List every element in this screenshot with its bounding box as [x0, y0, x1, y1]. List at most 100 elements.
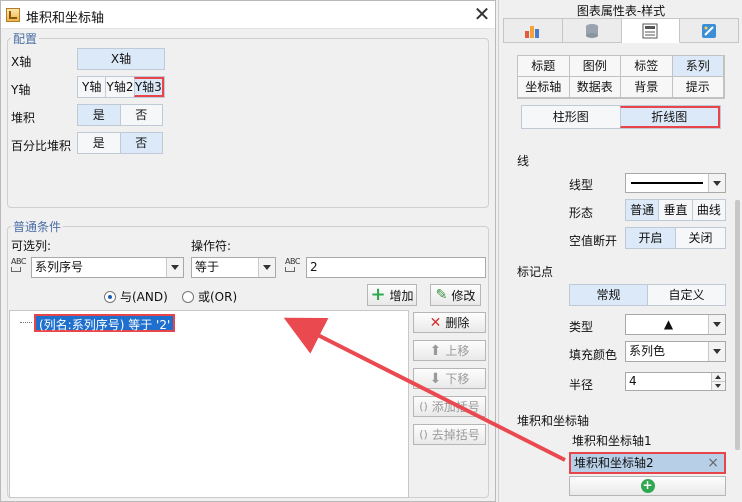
- tab-style[interactable]: [621, 18, 681, 43]
- tab-legend[interactable]: 图例: [569, 56, 621, 77]
- shape-toggle: 普通 垂直 曲线: [625, 199, 726, 221]
- marker-type-select[interactable]: ▲: [625, 314, 726, 335]
- marker-mode-toggle: 常规 自定义: [569, 284, 726, 306]
- move-up-button[interactable]: ⬆ 上移: [413, 340, 486, 361]
- tab-tooltip[interactable]: 提示: [672, 77, 724, 98]
- bar-chart-icon: [524, 25, 539, 38]
- percent-yes-option[interactable]: 是: [78, 133, 120, 153]
- remove-parenthesis-label: 去掉括号: [431, 428, 480, 442]
- chevron-down-icon[interactable]: [166, 258, 183, 277]
- add-condition-label: 增加: [389, 288, 414, 303]
- percent-stack-toggle: 是 否: [77, 132, 163, 154]
- tab-data-sheet[interactable]: 数据表: [569, 77, 621, 98]
- x-axis-select[interactable]: X轴: [77, 48, 165, 70]
- remove-parenthesis-button[interactable]: () 去掉括号: [413, 424, 486, 445]
- y-axis-option-2[interactable]: Y轴2: [105, 77, 134, 97]
- delete-button[interactable]: ✕ 删除: [413, 312, 486, 333]
- plus-icon: +: [370, 284, 386, 305]
- tree-connector: [20, 322, 32, 323]
- percent-no-option[interactable]: 否: [119, 133, 162, 153]
- percent-stack-label: 百分比堆积: [11, 139, 72, 153]
- stack-no-option[interactable]: 否: [119, 105, 162, 125]
- style-icon: [642, 23, 658, 38]
- panel-title: 图表属性表-样式: [576, 4, 666, 18]
- operator-select[interactable]: 等于: [191, 257, 276, 278]
- move-up-label: 上移: [445, 344, 470, 358]
- stepper-arrows[interactable]: [711, 373, 725, 390]
- edit-condition-button[interactable]: ✎ 修改: [430, 284, 481, 306]
- and-radio-label: 与(AND): [120, 290, 168, 304]
- stepper-up-icon[interactable]: [712, 373, 725, 382]
- radio-dot[interactable]: [182, 290, 194, 303]
- radio-dot[interactable]: [104, 290, 116, 303]
- abc-type-text: ABC: [285, 257, 300, 266]
- bar-chart-option[interactable]: 柱形图: [522, 106, 620, 128]
- line-chart-option[interactable]: 折线图: [619, 106, 720, 128]
- or-radio[interactable]: 或(OR): [182, 288, 237, 305]
- special-icon: [702, 23, 717, 38]
- tab-title[interactable]: 标题: [518, 56, 570, 77]
- y-axis-option-1[interactable]: Y轴: [78, 77, 106, 97]
- line-type-select[interactable]: [625, 173, 726, 193]
- or-radio-label: 或(OR): [198, 290, 238, 304]
- shape-label: 形态: [569, 206, 594, 220]
- remove-icon[interactable]: ×: [707, 454, 719, 472]
- chart-property-panel: 图表属性表-样式 标题 图例 标签 系列 坐标轴 数据表 背景 提示 柱形图 折…: [498, 0, 742, 502]
- shape-vertical-option[interactable]: 垂直: [658, 200, 692, 220]
- condition-tree[interactable]: (列名:系列序号) 等于 '2': [9, 310, 409, 498]
- tab-chart-type[interactable]: [503, 18, 563, 43]
- radius-value[interactable]: 4: [626, 373, 711, 390]
- tab-axis[interactable]: 坐标轴: [518, 77, 570, 98]
- chevron-down-icon[interactable]: [708, 342, 725, 361]
- abc-type-icon: ABC: [11, 257, 33, 277]
- marker-custom-option[interactable]: 自定义: [647, 285, 725, 305]
- move-down-button[interactable]: ⬇ 下移: [413, 368, 486, 389]
- add-condition-button[interactable]: + 增加: [367, 284, 417, 306]
- and-radio[interactable]: 与(AND): [104, 288, 168, 305]
- marker-type-label: 类型: [569, 320, 594, 334]
- chevron-down-icon[interactable]: [708, 174, 725, 192]
- tab-label[interactable]: 标签: [621, 56, 673, 77]
- null-break-on-option[interactable]: 开启: [626, 228, 675, 248]
- tab-series[interactable]: 系列: [672, 56, 724, 77]
- radius-stepper[interactable]: 4: [625, 372, 726, 391]
- chart-type-toggle: 柱形图 折线图: [521, 105, 721, 129]
- add-circle-icon: +: [640, 478, 655, 493]
- add-parenthesis-button[interactable]: () 添加括号: [413, 396, 486, 417]
- stack-axis-item-1[interactable]: 堆积和坐标轴1: [569, 430, 726, 452]
- line-section-title: 线: [517, 154, 530, 168]
- fill-color-select[interactable]: 系列色: [625, 341, 726, 362]
- fill-color-value: 系列色: [629, 344, 666, 358]
- panel-tabs: [503, 18, 739, 43]
- database-icon: [585, 23, 598, 38]
- null-break-off-option[interactable]: 关闭: [675, 228, 725, 248]
- dialog-title: 堆积和坐标轴: [26, 11, 105, 26]
- config-legend: 配置: [11, 30, 40, 47]
- column-label: 可选列:: [11, 239, 52, 253]
- marker-type-value: ▲: [663, 317, 674, 331]
- add-stack-axis-button[interactable]: +: [569, 476, 726, 496]
- value-input[interactable]: 2: [306, 257, 486, 278]
- panel-scrollbar[interactable]: [735, 200, 740, 450]
- tab-special[interactable]: [680, 18, 739, 43]
- chevron-down-icon[interactable]: [258, 258, 275, 277]
- abc-type-icon: ABC: [285, 257, 307, 277]
- stepper-down-icon[interactable]: [712, 382, 725, 390]
- chevron-down-icon[interactable]: [708, 315, 725, 334]
- condition-item[interactable]: (列名:系列序号) 等于 '2': [34, 314, 176, 332]
- tab-data[interactable]: [562, 18, 622, 43]
- stack-axis-item-2[interactable]: 堆积和坐标轴2 ×: [569, 452, 726, 474]
- close-icon[interactable]: ✕: [471, 3, 493, 25]
- stack-axis-list: 堆积和坐标轴1 堆积和坐标轴2 × +: [569, 430, 726, 496]
- tab-background[interactable]: 背景: [621, 77, 673, 98]
- x-axis-option[interactable]: X轴: [78, 49, 164, 69]
- column-select[interactable]: 系列序号: [31, 257, 184, 278]
- shape-curve-option[interactable]: 曲线: [691, 200, 725, 220]
- marker-normal-option[interactable]: 常规: [570, 285, 647, 305]
- stack-yes-option[interactable]: 是: [78, 105, 120, 125]
- parenthesis-icon: (): [419, 399, 428, 413]
- shape-normal-option[interactable]: 普通: [626, 200, 659, 220]
- y-axis-select: Y轴 Y轴2 Y轴3: [77, 76, 165, 98]
- line-type-label: 线型: [569, 178, 594, 192]
- y-axis-option-3[interactable]: Y轴3: [133, 77, 164, 97]
